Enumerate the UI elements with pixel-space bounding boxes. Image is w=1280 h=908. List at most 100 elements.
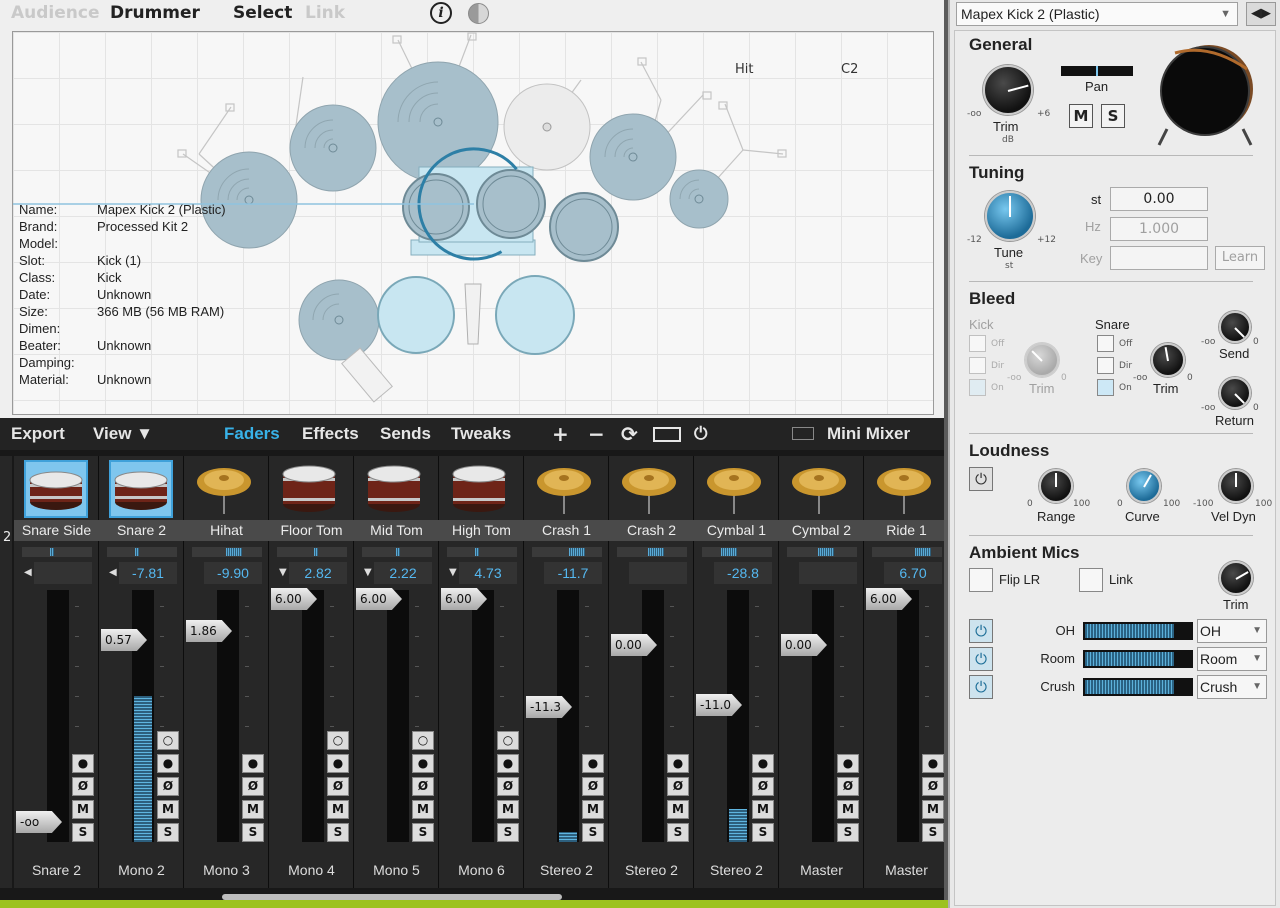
kick-off-checkbox[interactable]	[969, 335, 986, 352]
record-button[interactable]: ●	[157, 754, 179, 773]
snare-dir-checkbox[interactable]	[1097, 357, 1114, 374]
mute-button[interactable]: M	[72, 800, 94, 819]
mute-button[interactable]: M	[837, 800, 859, 819]
channel-expand-icon[interactable]: ◀	[24, 567, 32, 578]
channel-expand-icon[interactable]: ▼	[449, 567, 457, 578]
solo-button[interactable]: S	[412, 823, 434, 842]
channel-output[interactable]: Snare 2	[14, 858, 99, 882]
channel-thumbnail[interactable]	[194, 460, 258, 518]
instrument-nav-arrows[interactable]: ◀▶	[1246, 2, 1276, 26]
channel-thumbnail[interactable]	[24, 460, 88, 518]
solo-button[interactable]: S	[667, 823, 689, 842]
channel-output[interactable]: Mono 5	[354, 858, 439, 882]
fader-track[interactable]	[302, 590, 324, 842]
channel-pan-bar[interactable]	[787, 547, 857, 557]
phase-button[interactable]: Ø	[582, 777, 604, 796]
solo-button[interactable]: S	[497, 823, 519, 842]
phase-button[interactable]: Ø	[412, 777, 434, 796]
channel-name[interactable]: Snare Side	[14, 520, 99, 541]
channel-volume-readout[interactable]	[799, 562, 857, 584]
kick-bleed-trim-knob[interactable]	[1025, 343, 1059, 377]
channel-volume-readout[interactable]	[629, 562, 687, 584]
mute-button[interactable]: M	[1069, 104, 1093, 128]
route-icon[interactable]	[653, 427, 681, 442]
channel-name[interactable]: High Tom	[439, 520, 524, 541]
record-button[interactable]: ●	[242, 754, 264, 773]
fader-track[interactable]	[812, 590, 834, 842]
record-button[interactable]: ●	[72, 754, 94, 773]
curve-knob[interactable]	[1127, 469, 1161, 503]
mute-button[interactable]: M	[582, 800, 604, 819]
send-knob[interactable]	[1219, 311, 1251, 343]
flip-lr-checkbox[interactable]	[969, 568, 993, 592]
remove-channel-icon[interactable]: −	[588, 423, 605, 445]
channel-power-button[interactable]: ○	[497, 731, 519, 750]
mic-output-select[interactable]: Crush ▼	[1197, 675, 1267, 699]
phase-button[interactable]: Ø	[922, 777, 944, 796]
channel-volume-readout[interactable]: 6.70	[884, 562, 942, 584]
channel-volume-readout[interactable]: -11.7	[544, 562, 602, 584]
range-knob[interactable]	[1039, 469, 1073, 503]
mini-mixer-checkbox[interactable]	[792, 427, 814, 440]
add-channel-icon[interactable]: +	[552, 423, 569, 445]
phase-button[interactable]: Ø	[157, 777, 179, 796]
channel-thumbnail[interactable]	[279, 460, 343, 518]
mute-button[interactable]: M	[327, 800, 349, 819]
record-button[interactable]: ●	[752, 754, 774, 773]
channel-name[interactable]: Snare 2	[99, 520, 184, 541]
mute-button[interactable]: M	[497, 800, 519, 819]
fader-track[interactable]	[897, 590, 919, 842]
record-button[interactable]: ●	[667, 754, 689, 773]
mute-button[interactable]: M	[242, 800, 264, 819]
tune-knob[interactable]	[985, 191, 1035, 241]
channel-expand-icon[interactable]: ▼	[279, 567, 287, 578]
solo-button[interactable]: S	[157, 823, 179, 842]
channel-pan-bar[interactable]	[447, 547, 517, 557]
link-checkbox[interactable]	[1079, 568, 1103, 592]
mic-power-icon[interactable]: ⏻	[969, 619, 993, 643]
tab-sends[interactable]: Sends	[380, 424, 431, 444]
tab-link[interactable]: Link	[305, 3, 345, 23]
phase-button[interactable]: Ø	[497, 777, 519, 796]
channel-output[interactable]: Stereo 2	[524, 858, 609, 882]
fader-track[interactable]	[727, 590, 749, 842]
loudness-power-icon[interactable]: ⏻	[969, 467, 993, 491]
channel-output[interactable]: Master	[779, 858, 864, 882]
power-icon[interactable]: ⏻	[694, 423, 707, 445]
channel-expand-icon[interactable]: ▼	[364, 567, 372, 578]
fader-track[interactable]	[387, 590, 409, 842]
theme-toggle-icon[interactable]	[468, 3, 489, 24]
channel-name[interactable]: Mid Tom	[354, 520, 439, 541]
vel-dyn-knob[interactable]	[1219, 469, 1253, 503]
channel-output[interactable]: Stereo 2	[609, 858, 694, 882]
mic-output-select[interactable]: OH ▼	[1197, 619, 1267, 643]
solo-button[interactable]: S	[1101, 104, 1125, 128]
phase-button[interactable]: Ø	[752, 777, 774, 796]
channel-output[interactable]: Mono 2	[99, 858, 184, 882]
mic-level-meter[interactable]	[1083, 678, 1193, 696]
mute-button[interactable]: M	[922, 800, 944, 819]
channel-output[interactable]: Stereo 2	[694, 858, 779, 882]
instrument-select[interactable]: Mapex Kick 2 (Plastic) ▼	[956, 2, 1238, 26]
channel-pan-bar[interactable]	[532, 547, 602, 557]
channel-thumbnail[interactable]	[704, 460, 768, 518]
channel-volume-readout[interactable]: -28.8	[714, 562, 772, 584]
fader-track[interactable]	[642, 590, 664, 842]
solo-button[interactable]: S	[582, 823, 604, 842]
channel-thumbnail[interactable]	[109, 460, 173, 518]
channel-volume-readout[interactable]: 2.22	[374, 562, 432, 584]
channel-name[interactable]: Ride 1	[864, 520, 944, 541]
channel-volume-readout[interactable]: -9.90	[204, 562, 262, 584]
phase-button[interactable]: Ø	[327, 777, 349, 796]
solo-button[interactable]: S	[327, 823, 349, 842]
channel-pan-bar[interactable]	[22, 547, 92, 557]
tab-select[interactable]: Select	[233, 3, 292, 23]
hz-field[interactable]: 1.000	[1110, 217, 1208, 241]
channel-volume-readout[interactable]	[34, 562, 92, 584]
key-field[interactable]	[1110, 246, 1208, 270]
channel-pan-bar[interactable]	[702, 547, 772, 557]
tab-drummer[interactable]: Drummer	[110, 3, 200, 23]
drum-kit-canvas[interactable]: Hit C2 Name: Mapex Kick 2 (Plastic) Brand:…	[12, 31, 934, 415]
channel-power-button[interactable]: ○	[412, 731, 434, 750]
channel-pan-bar[interactable]	[872, 547, 942, 557]
